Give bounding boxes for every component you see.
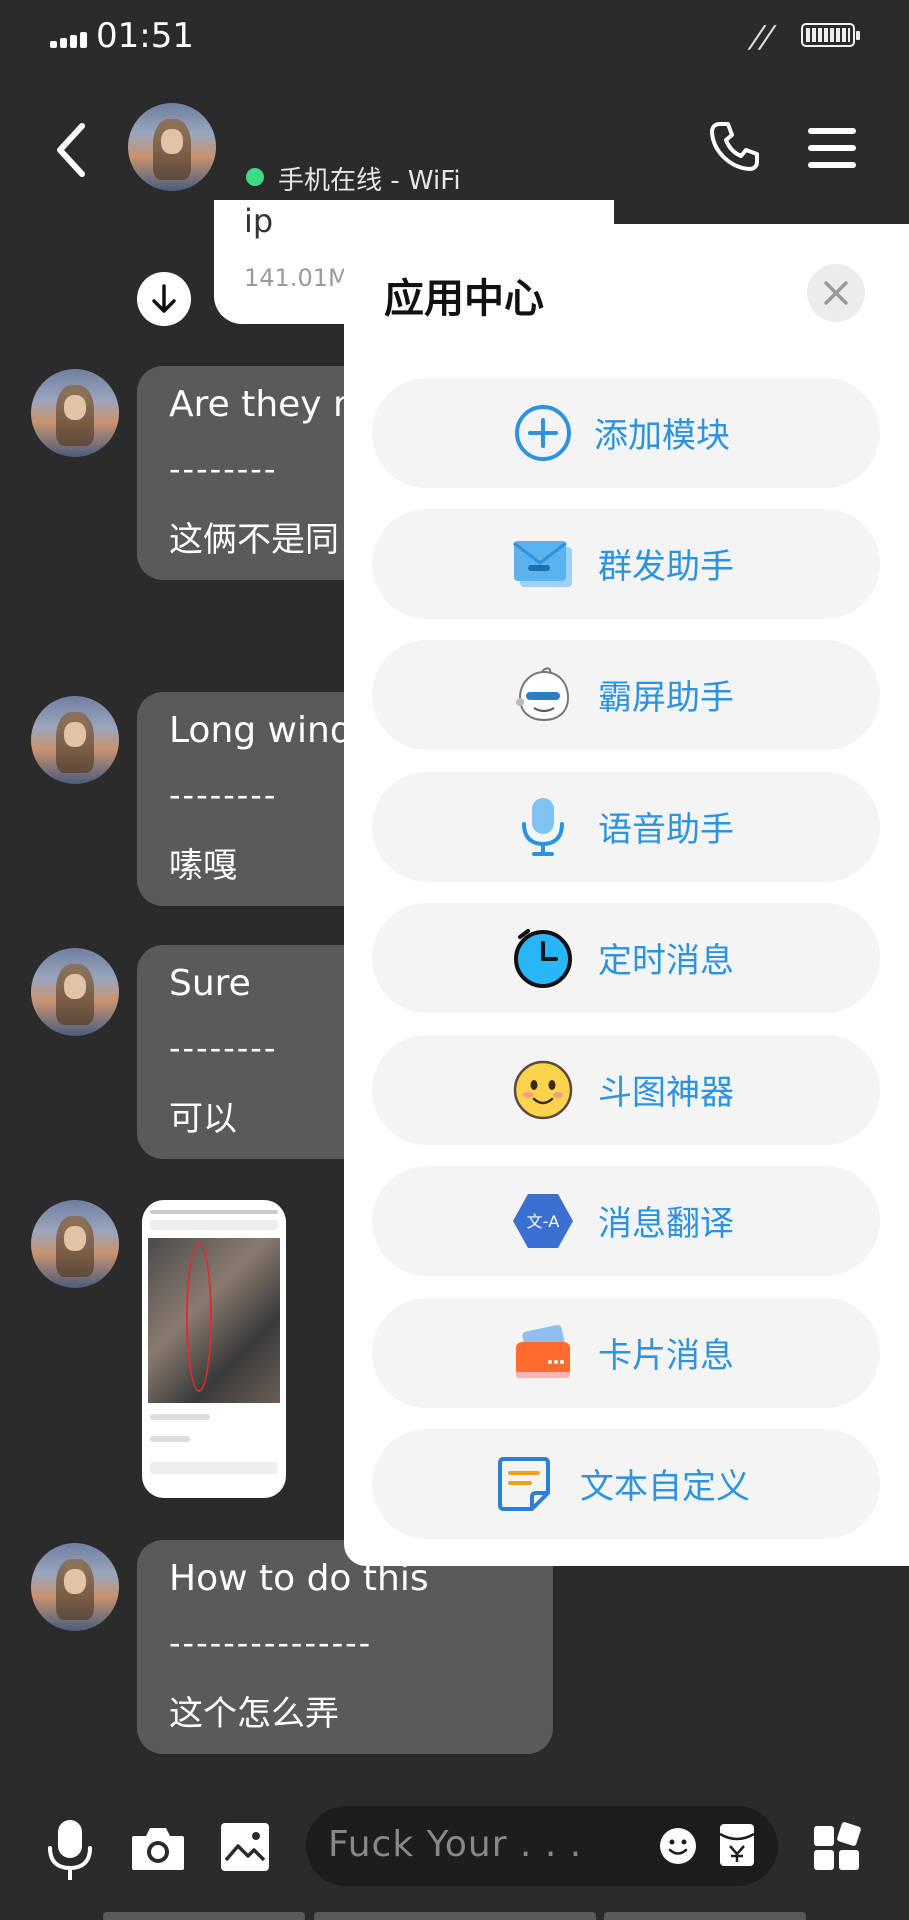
input-toolbar: Fuck Your . . . xyxy=(0,1800,909,1920)
online-status-text: 手机在线 - WiFi xyxy=(278,166,461,196)
app-item-custom-text[interactable]: 文本自定义 xyxy=(372,1429,880,1539)
contact-avatar[interactable] xyxy=(128,103,216,191)
message-text-zh: 这俩不是同 xyxy=(169,520,339,560)
sender-avatar[interactable] xyxy=(31,948,119,1036)
microphone-icon[interactable] xyxy=(44,1820,96,1882)
bottom-tab-indicator xyxy=(103,1912,305,1920)
screenshot-thumbnail xyxy=(148,1238,280,1403)
image-message[interactable] xyxy=(142,1200,286,1498)
app-grid-icon[interactable] xyxy=(812,1822,862,1872)
app-item-label: 消息翻译 xyxy=(598,1204,734,1244)
battery-icon xyxy=(801,23,860,47)
message-text-en: Sure xyxy=(169,963,251,1004)
file-name: ip xyxy=(244,202,274,240)
message-bubble[interactable]: Long wind -------- 嗉嘎 xyxy=(137,692,377,906)
microphone-icon xyxy=(522,798,564,856)
message-text-en: Are they n xyxy=(169,384,356,425)
message-divider: -------- xyxy=(169,450,278,488)
app-item-label: 文本自定义 xyxy=(580,1467,750,1507)
sender-avatar[interactable] xyxy=(31,1200,119,1288)
signal-icon xyxy=(50,30,92,48)
edit-note-icon xyxy=(498,1457,550,1511)
svg-text:文-A: 文-A xyxy=(527,1212,560,1231)
gallery-icon[interactable] xyxy=(220,1822,270,1872)
red-packet-icon[interactable] xyxy=(718,1822,756,1868)
phone-call-icon[interactable] xyxy=(706,118,762,174)
message-text-en: Long wind xyxy=(169,710,353,751)
app-item-label: 霸屏助手 xyxy=(598,678,734,718)
panel-title: 应用中心 xyxy=(384,276,544,322)
app-item-screen-assistant[interactable]: 霸屏助手 xyxy=(372,640,880,750)
online-status-dot xyxy=(246,168,264,186)
red-annotation-circle xyxy=(186,1242,212,1392)
camera-icon[interactable] xyxy=(130,1824,186,1872)
app-item-card-message[interactable]: 卡片消息 xyxy=(372,1298,880,1408)
arrow-down-icon xyxy=(152,284,176,313)
bottom-tab-indicator xyxy=(314,1912,596,1920)
app-item-scheduled-message[interactable]: 定时消息 xyxy=(372,903,880,1013)
message-input[interactable]: Fuck Your . . . xyxy=(306,1806,778,1886)
sender-avatar[interactable] xyxy=(31,696,119,784)
app-item-label: 斗图神器 xyxy=(598,1073,734,1113)
message-text-zh: 嗉嘎 xyxy=(169,846,237,886)
close-icon xyxy=(824,281,848,305)
clock-time: 01:51 xyxy=(96,16,194,56)
app-item-sticker-tool[interactable]: 斗图神器 xyxy=(372,1035,880,1145)
message-bubble[interactable]: Sure -------- 可以 xyxy=(137,945,377,1159)
message-divider: --------------- xyxy=(169,1624,373,1662)
translate-icon: 文-A xyxy=(513,1194,573,1248)
app-item-voice-assistant[interactable]: 语音助手 xyxy=(372,772,880,882)
chat-header: 手机在线 - WiFi xyxy=(0,90,909,210)
bottom-tab-indicator xyxy=(604,1912,806,1920)
app-center-panel: 应用中心 添加模块 群发助手 霸屏助手 语音助手 定时消息 斗图神器 文-A 消… xyxy=(344,224,909,1566)
emoji-icon[interactable] xyxy=(658,1826,698,1866)
sender-avatar[interactable] xyxy=(31,369,119,457)
sender-avatar[interactable] xyxy=(31,1543,119,1631)
mass-mail-icon xyxy=(513,541,572,587)
message-text-zh: 可以 xyxy=(169,1099,237,1139)
card-icon xyxy=(516,1324,570,1378)
app-item-mass-send[interactable]: 群发助手 xyxy=(372,509,880,619)
message-input-placeholder: Fuck Your . . . xyxy=(328,1824,583,1865)
add-circle-icon xyxy=(515,405,571,461)
app-item-add-module[interactable]: 添加模块 xyxy=(372,378,880,488)
message-bubble[interactable]: How to do this --------------- 这个怎么弄 xyxy=(137,1540,553,1754)
status-bar: 01:51 // xyxy=(0,0,909,80)
message-text-zh: 这个怎么弄 xyxy=(169,1694,339,1734)
app-item-translate[interactable]: 文-A 消息翻译 xyxy=(372,1166,880,1276)
clock-icon xyxy=(514,929,572,988)
network-icon: // xyxy=(745,20,779,55)
message-bubble[interactable]: Are they n -------- 这俩不是同 xyxy=(137,366,377,580)
scroll-down-button[interactable] xyxy=(137,272,191,326)
app-item-label: 卡片消息 xyxy=(598,1336,734,1376)
back-icon[interactable] xyxy=(50,120,94,180)
menu-icon[interactable] xyxy=(808,128,856,168)
app-item-label: 定时消息 xyxy=(598,941,734,981)
app-item-label: 群发助手 xyxy=(598,547,734,587)
close-button[interactable] xyxy=(807,264,865,322)
smiley-icon xyxy=(513,1060,573,1120)
message-divider: -------- xyxy=(169,776,278,814)
message-divider: -------- xyxy=(169,1029,278,1067)
robot-icon xyxy=(516,667,570,722)
app-item-label: 语音助手 xyxy=(598,810,734,850)
app-item-label: 添加模块 xyxy=(594,416,730,456)
